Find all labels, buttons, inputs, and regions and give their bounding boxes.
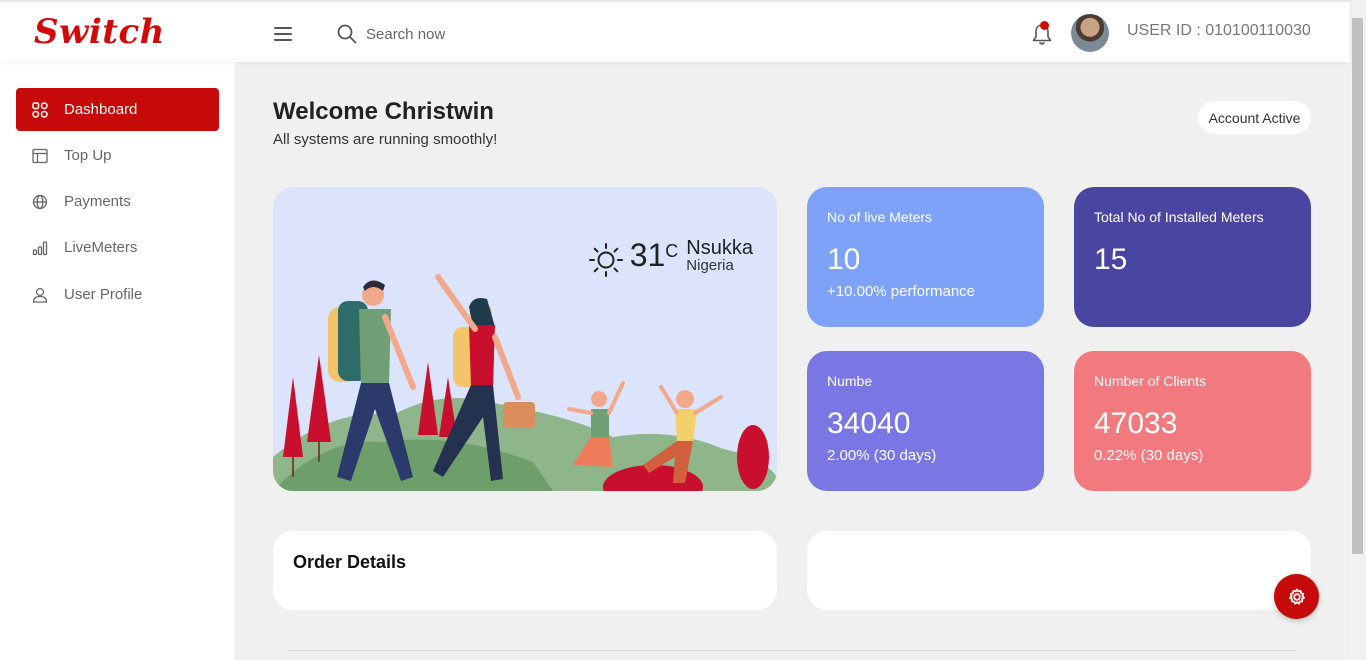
stat-change: 0.22% (30 days)	[1094, 447, 1204, 464]
temperature-unit: C	[665, 241, 679, 261]
stat-card-installed-meters[interactable]: Total No of Installed Meters 15	[1074, 187, 1311, 327]
order-details-card: Order Details	[273, 531, 777, 610]
sidebar-item-label: LiveMeters	[64, 239, 138, 256]
weather-city: Nsukka	[686, 237, 753, 259]
divider	[288, 650, 1296, 651]
stat-card-live-meters[interactable]: No of live Meters 10 +10.00% performance	[807, 187, 1044, 327]
sidebar-item-label: User Profile	[64, 286, 143, 303]
page-subtitle: All systems are running smoothly!	[273, 131, 498, 148]
status-badge: Account Active	[1198, 101, 1311, 134]
grid-icon	[32, 101, 48, 118]
weather-card: 31 C Nsukka Nigeria	[273, 187, 777, 491]
stat-label: Number of Clients	[1094, 373, 1207, 389]
sidebar-item-dashboard[interactable]: Dashboard	[16, 88, 219, 131]
sidebar-item-payments[interactable]: Payments	[16, 180, 219, 223]
top-bar: Switch USER ID : 010100110030	[0, 0, 1350, 62]
order-details-title: Order Details	[293, 552, 407, 572]
weather-country: Nigeria	[686, 257, 734, 274]
weather-widget: 31 C Nsukka Nigeria	[588, 237, 753, 278]
notification-badge	[1040, 21, 1049, 30]
search-input[interactable]	[366, 22, 566, 46]
layout-icon	[32, 148, 48, 164]
stat-label: No of live Meters	[827, 209, 933, 225]
stat-card-numbe[interactable]: Numbe 34040 2.00% (30 days)	[807, 351, 1044, 491]
bar-chart-icon	[32, 240, 48, 256]
stat-card-clients[interactable]: Number of Clients 47033 0.22% (30 days)	[1074, 351, 1311, 491]
stat-label: Total No of Installed Meters	[1094, 209, 1264, 225]
stat-value: 47033	[1094, 407, 1178, 440]
sidebar: Dashboard Top Up Payments LiveMeters Use…	[0, 62, 235, 660]
gear-icon	[1288, 588, 1305, 605]
globe-icon	[32, 194, 48, 210]
sidebar-item-label: Top Up	[64, 147, 112, 164]
sidebar-item-label: Payments	[64, 193, 131, 210]
user-icon	[32, 287, 48, 303]
sidebar-item-livemeters[interactable]: LiveMeters	[16, 226, 219, 269]
stat-value: 15	[1094, 243, 1128, 276]
stat-value: 10	[827, 243, 861, 276]
empty-card	[807, 531, 1311, 610]
sidebar-item-user-profile[interactable]: User Profile	[16, 273, 219, 316]
search-icon[interactable]	[337, 24, 357, 44]
settings-button[interactable]	[1274, 574, 1319, 619]
avatar[interactable]	[1071, 14, 1109, 52]
temperature-value: 31	[629, 237, 666, 273]
menu-icon[interactable]	[274, 27, 292, 41]
user-id: USER ID : 010100110030	[1127, 22, 1311, 39]
stat-value: 34040	[827, 407, 911, 440]
sun-icon	[588, 243, 623, 277]
sidebar-item-label: Dashboard	[64, 101, 138, 118]
stat-label: Numbe	[827, 373, 873, 389]
app-logo[interactable]: Switch	[34, 12, 165, 52]
stat-change: +10.00% performance	[827, 283, 976, 300]
stat-change: 2.00% (30 days)	[827, 447, 937, 464]
page-title: Welcome Christwin	[273, 98, 494, 125]
sidebar-item-top-up[interactable]: Top Up	[16, 134, 219, 177]
hikers-illustration	[273, 274, 777, 491]
scrollbar-thumb[interactable]	[1352, 18, 1363, 554]
